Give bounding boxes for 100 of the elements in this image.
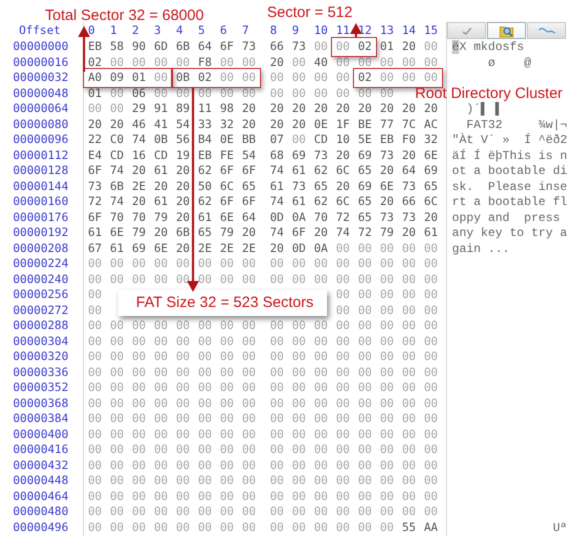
hex-byte[interactable]: 00 <box>154 364 168 378</box>
hex-byte[interactable]: 65 <box>424 178 438 192</box>
hex-byte[interactable]: 00 <box>220 256 234 270</box>
hex-byte[interactable]: 00 <box>242 442 256 456</box>
hex-byte[interactable]: 69 <box>424 163 438 177</box>
hex-byte[interactable]: 00 <box>198 86 212 100</box>
hex-byte[interactable]: 00 <box>88 256 102 270</box>
hex-byte[interactable]: 00 <box>88 520 102 534</box>
hex-byte[interactable]: 00 <box>402 240 416 254</box>
hex-byte[interactable]: 6F <box>220 39 234 53</box>
hex-byte[interactable]: 00 <box>292 488 306 502</box>
hex-byte[interactable]: 89 <box>176 101 190 115</box>
hex-byte[interactable]: 73 <box>242 39 256 53</box>
hex-byte[interactable]: 33 <box>198 116 212 130</box>
hex-byte[interactable]: 00 <box>198 349 212 363</box>
hex-byte[interactable]: 00 <box>270 334 284 348</box>
hex-byte[interactable]: 20 <box>292 116 306 130</box>
hex-byte[interactable]: 00 <box>242 54 256 68</box>
hex-byte[interactable]: 00 <box>88 396 102 410</box>
hex-byte[interactable]: 00 <box>402 272 416 286</box>
hex-byte[interactable]: 00 <box>358 396 372 410</box>
hex-byte[interactable]: 00 <box>358 349 372 363</box>
hex-byte[interactable]: 00 <box>154 272 168 286</box>
hex-byte[interactable]: 00 <box>198 411 212 425</box>
hex-byte[interactable]: A0 <box>88 70 102 84</box>
hex-byte[interactable]: 00 <box>314 349 328 363</box>
hex-byte[interactable]: 00 <box>242 86 256 100</box>
hex-byte[interactable]: 00 <box>132 504 146 518</box>
hex-byte[interactable]: 54 <box>176 116 190 130</box>
hex-byte[interactable]: 00 <box>270 488 284 502</box>
hex-byte[interactable]: 00 <box>358 426 372 440</box>
hex-byte[interactable]: 72 <box>88 194 102 208</box>
hex-byte[interactable]: 00 <box>380 520 394 534</box>
hex-byte[interactable]: 00 <box>380 54 394 68</box>
hex-byte[interactable]: 61 <box>88 225 102 239</box>
hex-byte[interactable]: 00 <box>132 380 146 394</box>
hex-byte[interactable]: 20 <box>154 178 168 192</box>
hex-byte[interactable]: 6E <box>424 148 438 162</box>
hex-byte[interactable]: 00 <box>336 488 350 502</box>
hex-byte[interactable]: 64 <box>402 163 416 177</box>
hex-byte[interactable]: 00 <box>88 442 102 456</box>
hex-byte[interactable]: 65 <box>242 178 256 192</box>
hex-byte[interactable]: 00 <box>270 473 284 487</box>
hex-byte[interactable]: 61 <box>110 240 124 254</box>
hex-byte[interactable]: 2E <box>198 240 212 254</box>
hex-byte[interactable]: 00 <box>358 334 372 348</box>
hex-byte[interactable]: 20 <box>336 148 350 162</box>
hex-byte[interactable]: 00 <box>176 318 190 332</box>
hex-byte[interactable]: 00 <box>270 411 284 425</box>
hex-byte[interactable]: 00 <box>242 488 256 502</box>
hex-byte[interactable]: 00 <box>270 70 284 84</box>
hex-byte[interactable]: 65 <box>358 194 372 208</box>
hex-byte[interactable]: 2E <box>132 178 146 192</box>
hex-byte[interactable]: 00 <box>402 318 416 332</box>
hex-byte[interactable]: 00 <box>336 334 350 348</box>
hex-byte[interactable]: 62 <box>314 194 328 208</box>
hex-byte[interactable]: 50 <box>198 178 212 192</box>
hex-byte[interactable]: 20 <box>242 116 256 130</box>
hex-byte[interactable]: 00 <box>292 349 306 363</box>
hex-byte[interactable]: 00 <box>110 54 124 68</box>
hex-byte[interactable]: 00 <box>110 504 124 518</box>
hex-byte[interactable]: 00 <box>424 302 438 316</box>
hex-byte[interactable]: 00 <box>176 272 190 286</box>
hex-byte[interactable]: 00 <box>88 101 102 115</box>
hex-byte[interactable]: 00 <box>220 54 234 68</box>
hex-byte[interactable]: 91 <box>154 101 168 115</box>
hex-byte[interactable]: 73 <box>380 210 394 224</box>
hex-byte[interactable]: 29 <box>132 101 146 115</box>
hex-byte[interactable]: 00 <box>292 396 306 410</box>
hex-byte[interactable]: CD <box>314 132 328 146</box>
hex-byte[interactable]: 00 <box>292 256 306 270</box>
hex-byte[interactable]: 6C <box>424 194 438 208</box>
hex-byte[interactable]: 00 <box>358 380 372 394</box>
hex-byte[interactable]: 00 <box>314 396 328 410</box>
hex-byte[interactable]: 20 <box>176 240 190 254</box>
hex-byte[interactable]: 00 <box>220 488 234 502</box>
hex-byte[interactable]: 00 <box>242 318 256 332</box>
hex-byte[interactable]: 00 <box>424 39 438 53</box>
hex-byte[interactable]: 00 <box>336 54 350 68</box>
hex-byte[interactable]: 00 <box>292 272 306 286</box>
hex-byte[interactable]: 00 <box>220 458 234 472</box>
hex-byte[interactable]: 79 <box>132 225 146 239</box>
hex-byte[interactable]: 79 <box>220 225 234 239</box>
hex-byte[interactable]: 00 <box>358 86 372 100</box>
hex-byte[interactable]: 00 <box>176 488 190 502</box>
hex-byte[interactable]: 00 <box>314 426 328 440</box>
hex-byte[interactable]: 00 <box>198 520 212 534</box>
view-tab[interactable] <box>487 22 526 39</box>
hex-byte[interactable]: 00 <box>176 54 190 68</box>
hex-byte[interactable]: 20 <box>176 194 190 208</box>
hex-byte[interactable]: 70 <box>132 210 146 224</box>
hex-byte[interactable]: 00 <box>292 426 306 440</box>
hex-byte[interactable]: 00 <box>220 70 234 84</box>
hex-byte[interactable]: 00 <box>220 318 234 332</box>
hex-byte[interactable]: 00 <box>314 473 328 487</box>
hex-byte[interactable]: 20 <box>424 210 438 224</box>
hex-byte[interactable]: 00 <box>154 334 168 348</box>
hex-byte[interactable]: 62 <box>198 194 212 208</box>
hex-byte[interactable]: 00 <box>424 287 438 301</box>
hex-byte[interactable]: 70 <box>110 210 124 224</box>
